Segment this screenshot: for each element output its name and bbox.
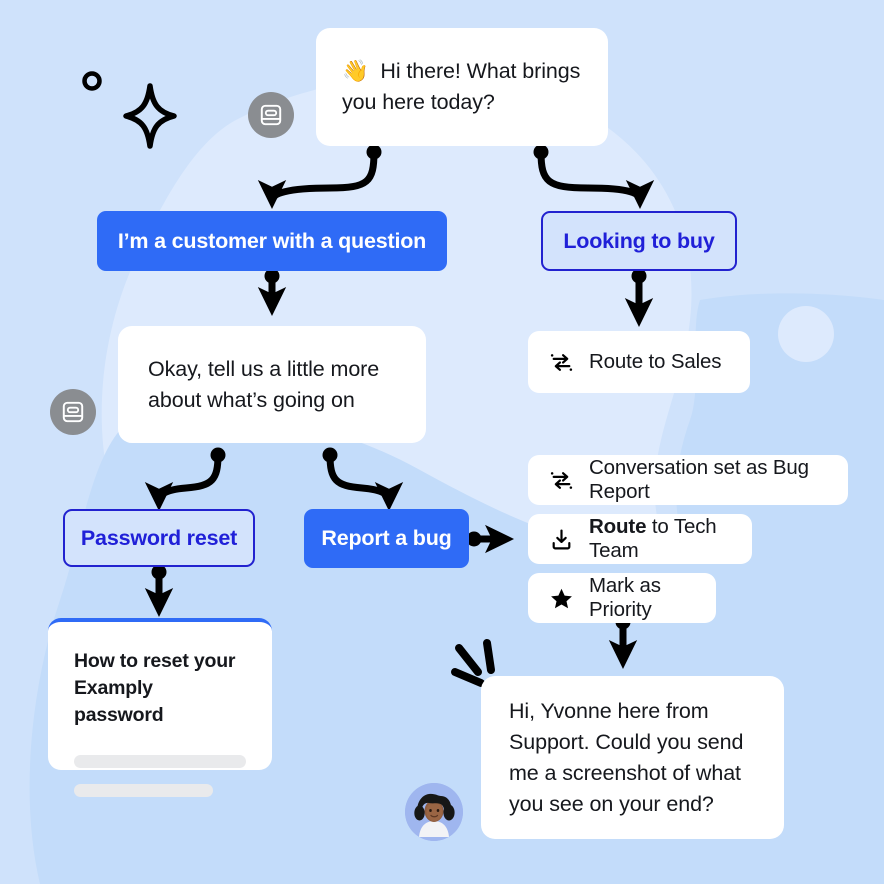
chat-bot-icon — [62, 401, 84, 423]
action-conversation-set-bug-report[interactable]: Conversation set as Bug Report — [528, 455, 848, 505]
agent-message-bubble: Hi, Yvonne here from Support. Could you … — [481, 676, 784, 839]
followup-text: Okay, tell us a little more about what’s… — [148, 356, 380, 412]
choice-password-reset-label: Password reset — [80, 525, 238, 550]
star-icon — [548, 585, 574, 611]
action-route-bold-prefix: Route — [589, 515, 647, 538]
choice-report-bug-button[interactable]: Report a bug — [304, 509, 469, 568]
help-article-title: How to reset your Examply password — [74, 650, 236, 726]
choice-password-reset-button[interactable]: Password reset — [63, 509, 255, 567]
help-article-card[interactable]: How to reset your Examply password — [48, 618, 272, 797]
action-mark-as-priority[interactable]: Mark as Priority — [528, 573, 716, 623]
action-route-to-sales-label: Route to Sales — [589, 350, 722, 373]
followup-message-bubble: Okay, tell us a little more about what’s… — [118, 326, 426, 443]
action-route-to-tech-team-label: Route to Tech Team — [589, 515, 732, 563]
action-mark-as-priority-label: Mark as Priority — [589, 574, 661, 621]
agent-photo-avatar — [405, 783, 463, 841]
bot-avatar-followup — [50, 389, 96, 435]
greeting-text: Hi there! What brings you here today? — [342, 59, 581, 114]
route-arrows-icon — [548, 349, 574, 375]
choice-looking-to-buy-label: Looking to buy — [563, 228, 715, 253]
route-arrows-icon — [548, 467, 574, 493]
greeting-message-bubble: 👋 Hi there! What brings you here today? — [316, 28, 608, 146]
conversation-flow-diagram: 👋 Hi there! What brings you here today? … — [0, 0, 884, 884]
bot-avatar-greeting — [248, 92, 294, 138]
action-conversation-set-bug-report-label: Conversation set as Bug Report — [589, 456, 809, 503]
choice-customer-question-label: I’m a customer with a question — [117, 228, 427, 253]
action-route-to-tech-team[interactable]: Route to Tech Team — [528, 514, 752, 564]
choice-customer-question-button[interactable]: I’m a customer with a question — [97, 211, 447, 271]
route-download-icon — [548, 526, 574, 552]
agent-message-text: Hi, Yvonne here from Support. Could you … — [509, 698, 744, 816]
article-skeleton-line-2 — [74, 784, 214, 797]
action-route-to-sales[interactable]: Route to Sales — [528, 331, 750, 393]
chat-bot-icon — [260, 104, 282, 126]
greeting-emoji: 👋 — [342, 59, 375, 83]
article-skeleton-line-1 — [74, 755, 246, 768]
choice-looking-to-buy-button[interactable]: Looking to buy — [541, 211, 737, 271]
choice-report-bug-label: Report a bug — [321, 526, 452, 550]
blob-small-circle — [778, 306, 834, 362]
